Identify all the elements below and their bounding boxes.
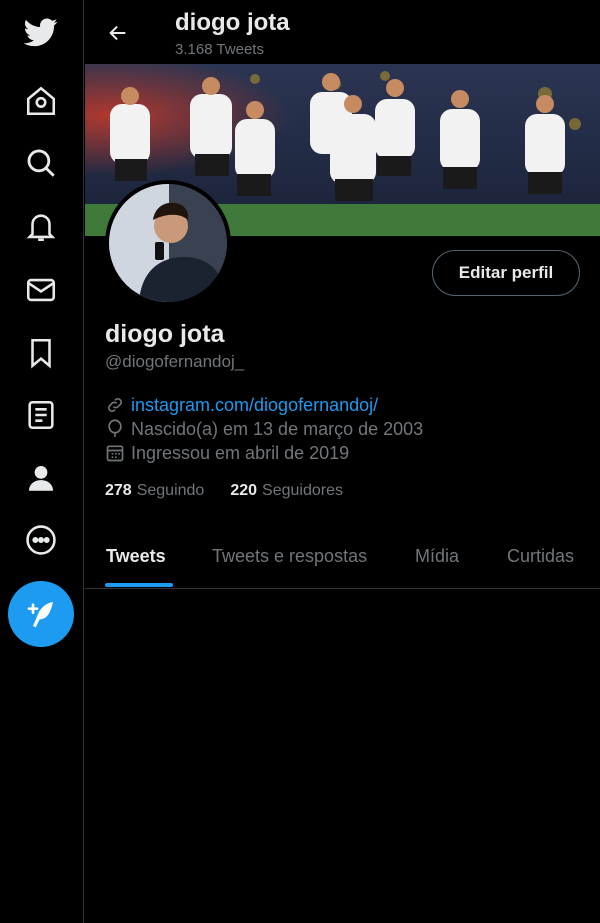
profile-joined-row: Ingressou em abril de 2019	[105, 441, 349, 465]
profile-avatar[interactable]	[105, 180, 231, 306]
profile-main-column: diogo jota 3.168 Tweets Editar perfil di…	[85, 0, 600, 923]
profile-follow-stats: 278 Seguindo 220 Seguidores	[105, 482, 369, 500]
search-icon[interactable]	[17, 139, 65, 187]
followers-label: Seguidores	[262, 482, 343, 499]
followers-count: 220	[230, 482, 258, 499]
back-arrow-icon[interactable]	[103, 18, 133, 48]
lists-icon[interactable]	[17, 391, 65, 439]
calendar-icon	[106, 445, 124, 462]
home-icon[interactable]	[17, 77, 65, 125]
tab-tweets[interactable]: Tweets	[106, 546, 166, 567]
profile-header-bar: diogo jota 3.168 Tweets	[85, 0, 600, 64]
link-icon	[108, 398, 122, 412]
profile-website-row: instagram.com/diogofernandoj/	[105, 393, 378, 417]
profile-website-link[interactable]: instagram.com/diogofernandoj/	[131, 395, 378, 416]
following-stat-link[interactable]: 278 Seguindo	[105, 482, 204, 500]
followers-stat-link[interactable]: 220 Seguidores	[230, 482, 343, 500]
tab-tweets-and-replies[interactable]: Tweets e respostas	[212, 546, 367, 567]
header-tweet-count: 3.168 Tweets	[175, 41, 264, 58]
edit-profile-button[interactable]: Editar perfil	[432, 250, 580, 296]
following-label: Seguindo	[136, 482, 205, 499]
sidebar-nav	[0, 0, 84, 923]
balloon-icon	[108, 419, 122, 437]
active-tab-indicator	[105, 583, 173, 587]
profile-handle: @diogofernandoj_	[105, 352, 245, 371]
twitter-logo-icon[interactable]	[17, 8, 65, 56]
following-count: 278	[105, 482, 132, 499]
bookmark-icon[interactable]	[17, 329, 65, 377]
profile-person-icon[interactable]	[17, 454, 65, 502]
compose-tweet-button[interactable]	[8, 581, 74, 647]
tab-likes[interactable]: Curtidas	[507, 546, 574, 567]
profile-joined-date: Ingressou em abril de 2019	[131, 442, 350, 463]
profile-birth-row: Nascido(a) em 13 de março de 2003	[105, 417, 423, 441]
more-options-icon[interactable]	[17, 516, 65, 564]
feather-plus-icon	[27, 602, 53, 628]
profile-tabs: Tweets Tweets e respostas Mídia Curtidas	[85, 530, 600, 589]
profile-birth-date: Nascido(a) em 13 de março de 2003	[131, 418, 424, 439]
tab-media[interactable]: Mídia	[415, 546, 459, 567]
header-profile-name: diogo jota	[175, 9, 290, 36]
notifications-bell-icon[interactable]	[17, 203, 65, 251]
messages-envelope-icon[interactable]	[17, 266, 65, 314]
profile-name: diogo jota	[105, 320, 225, 348]
